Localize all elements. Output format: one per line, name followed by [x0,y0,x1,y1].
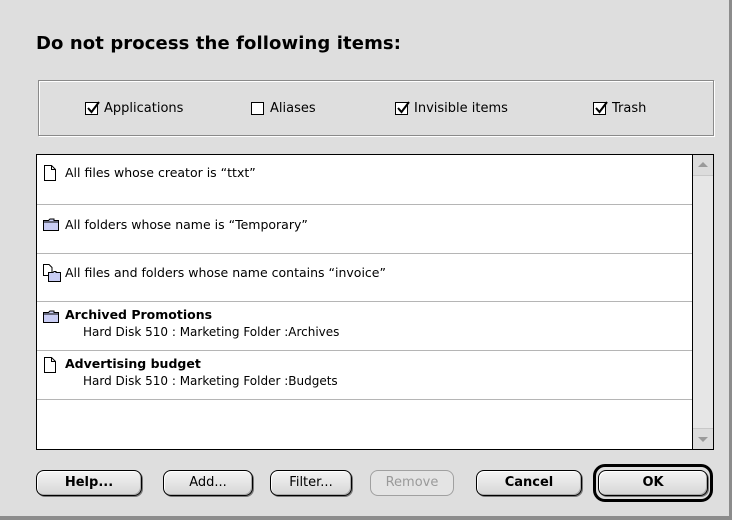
exclusion-dialog: Do not process the following items: Appl… [0,0,732,520]
add-button[interactable]: Add... [163,470,253,496]
checkbox-checked-icon [395,101,410,115]
list-item[interactable]: All files and folders whose name contain… [37,254,692,302]
vertical-scrollbar[interactable] [692,155,713,449]
scroll-down-arrow-icon[interactable] [693,428,713,449]
invisible-items-checkbox[interactable]: Invisible items [395,101,508,116]
dialog-title: Do not process the following items: [36,33,402,54]
checkbox-checked-icon [85,101,100,115]
list-item-path: Hard Disk 510 : Marketing Folder :Archiv… [83,325,340,339]
list-item-text: All folders whose name is “Temporary” [65,217,308,232]
applications-label: Applications [104,101,184,116]
scroll-up-arrow-icon[interactable] [693,155,713,176]
filter-button[interactable]: Filter... [270,470,352,496]
trash-checkbox[interactable]: Trash [593,101,646,116]
list-item-name: Archived Promotions [65,307,213,322]
filter-options-box: Applications Aliases Invisible items Tra… [38,80,714,136]
list-item-text: All files and folders whose name contain… [65,265,386,280]
checkbox-unchecked-icon [251,102,264,115]
invisible-items-label: Invisible items [414,101,508,116]
applications-checkbox[interactable]: Applications [85,101,183,116]
remove-button[interactable]: Remove [370,470,454,496]
folder-icon [43,310,59,326]
folder-icon [43,218,59,234]
list-item[interactable]: All folders whose name is “Temporary” [37,205,692,254]
list-item[interactable]: All files whose creator is “ttxt” [37,155,692,205]
aliases-checkbox[interactable]: Aliases [251,101,316,116]
trash-label: Trash [612,101,647,116]
list-item-name: Advertising budget [65,356,201,371]
document-icon [43,357,57,376]
document-icon [43,165,57,184]
list-item[interactable]: Archived Promotions Hard Disk 510 : Mark… [37,302,692,351]
checkbox-checked-icon [593,101,608,115]
file-and-folder-icon [43,264,61,285]
excluded-items-list[interactable]: All files whose creator is “ttxt” All fo… [36,154,714,450]
aliases-label: Aliases [270,101,316,116]
cancel-button[interactable]: Cancel [476,470,582,496]
list-item-text: All files whose creator is “ttxt” [65,165,256,180]
list-item[interactable]: Advertising budget Hard Disk 510 : Marke… [37,351,692,400]
list-item-path: Hard Disk 510 : Marketing Folder :Budget… [83,374,338,388]
ok-button[interactable]: OK [598,470,708,496]
help-button[interactable]: Help... [36,470,142,496]
